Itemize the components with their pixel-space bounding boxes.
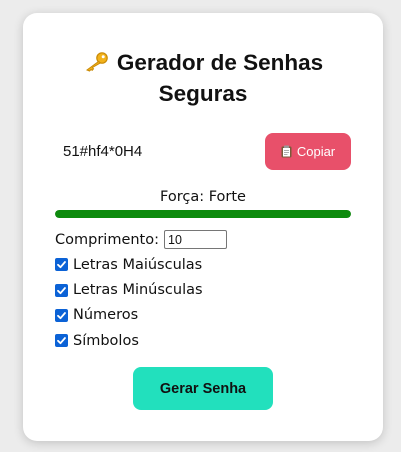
option-uppercase[interactable]: Letras Maiúsculas [55, 252, 351, 277]
numbers-checkbox[interactable] [55, 308, 68, 322]
length-label: Comprimento: [55, 231, 159, 248]
uppercase-checkbox[interactable] [55, 258, 68, 272]
generate-password-button[interactable]: Gerar Senha [133, 367, 273, 410]
copy-button[interactable]: Copiar [265, 133, 351, 170]
lowercase-label: Letras Minúsculas [73, 282, 203, 299]
password-row: 51#hf4*0H4 Copiar [55, 133, 351, 170]
length-input[interactable] [164, 230, 227, 249]
option-numbers[interactable]: Números [55, 303, 351, 328]
strength-bar-fill [55, 210, 351, 218]
symbols-checkbox[interactable] [55, 334, 68, 348]
strength-label: Força: Forte [160, 189, 246, 205]
uppercase-label: Letras Maiúsculas [73, 256, 203, 273]
key-icon [83, 49, 109, 72]
password-output[interactable]: 51#hf4*0H4 [63, 143, 142, 160]
clipboard-icon [281, 145, 292, 158]
numbers-label: Números [73, 307, 139, 324]
length-row: Comprimento: [55, 227, 351, 252]
copy-button-label: Copiar [296, 144, 336, 159]
options-panel: Comprimento: Letras Maiúsculas Letras Mi… [55, 227, 351, 353]
title-text: Gerador de Senhas Seguras [116, 50, 324, 106]
password-generator-card: Gerador de Senhas Seguras 51#hf4*0H4 Cop… [23, 13, 383, 441]
option-lowercase[interactable]: Letras Minúsculas [55, 278, 351, 303]
page-title: Gerador de Senhas Seguras [23, 47, 383, 109]
option-symbols[interactable]: Símbolos [55, 328, 351, 353]
lowercase-checkbox[interactable] [55, 283, 68, 297]
symbols-label: Símbolos [73, 332, 139, 349]
strength-bar [55, 210, 351, 218]
